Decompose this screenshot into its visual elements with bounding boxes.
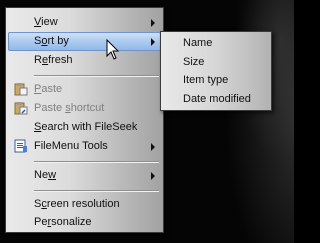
menu-separator — [34, 75, 159, 77]
submenu-item-item-type[interactable]: Item type — [163, 71, 269, 90]
menu-item-paste-shortcut[interactable]: Paste shortcut — [8, 99, 161, 118]
menu-item-label: Personalize — [34, 216, 92, 228]
menu-separator — [34, 161, 159, 163]
submenu-item-date-modified[interactable]: Date modified — [163, 90, 269, 109]
submenu-item-label: Name — [183, 37, 213, 49]
paste-shortcut-icon — [14, 102, 28, 115]
menu-item-label: Paste shortcut — [34, 102, 105, 114]
submenu-item-label: Date modified — [183, 93, 251, 105]
submenu-item-size[interactable]: Size — [163, 53, 269, 72]
sort-by-submenu: Name Size Item type Date modified — [160, 31, 272, 111]
desktop-context-menu: View Sort by Refresh Paste Paste shortcu… — [5, 7, 164, 233]
menu-separator — [34, 190, 159, 192]
mouse-cursor-icon — [106, 39, 120, 60]
menu-item-label: FileMenu Tools — [34, 140, 108, 152]
menu-item-label: Refresh — [34, 54, 73, 66]
filemenu-tools-icon — [14, 139, 27, 153]
submenu-item-label: Size — [183, 56, 205, 68]
submenu-arrow-icon — [151, 38, 155, 46]
menu-item-label: Screen resolution — [34, 198, 120, 210]
menu-item-refresh[interactable]: Refresh — [8, 51, 161, 70]
submenu-arrow-icon — [151, 19, 155, 27]
menu-item-label: Search with FileSeek — [34, 121, 138, 133]
menu-item-filemenu-tools[interactable]: FileMenu Tools — [8, 137, 161, 156]
menu-item-personalize[interactable]: Personalize — [8, 213, 161, 232]
menu-item-label: New — [34, 169, 57, 181]
submenu-item-name[interactable]: Name — [163, 34, 269, 53]
menu-item-label: View — [34, 16, 58, 28]
paste-icon — [14, 83, 28, 96]
submenu-item-label: Item type — [183, 74, 229, 86]
submenu-arrow-icon — [151, 172, 155, 180]
menu-item-paste[interactable]: Paste — [8, 80, 161, 99]
menu-item-label: Paste — [34, 83, 63, 95]
menu-item-sort-by[interactable]: Sort by — [8, 32, 161, 51]
menu-item-screen-resolution[interactable]: Screen resolution — [8, 195, 161, 214]
menu-item-label: Sort by — [34, 35, 69, 47]
menu-item-view[interactable]: View — [8, 13, 161, 32]
menu-item-new[interactable]: New — [8, 166, 161, 185]
submenu-arrow-icon — [151, 143, 155, 151]
menu-item-search-with-fileseek[interactable]: Search with FileSeek — [8, 118, 161, 137]
